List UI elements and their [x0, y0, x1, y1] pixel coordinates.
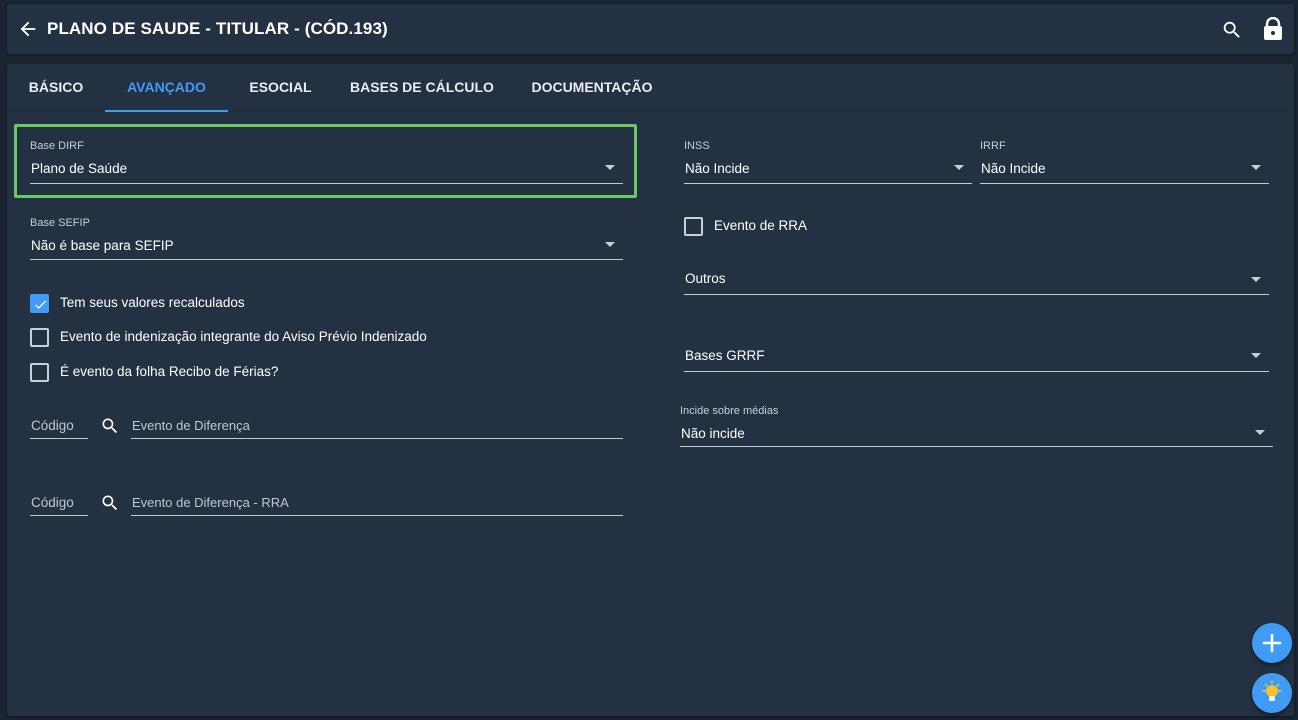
- field-value: Bases GRRF: [685, 348, 765, 363]
- dropdown-arrow-icon[interactable]: [605, 165, 615, 170]
- input-placeholder: Evento de Diferença - RRA: [132, 495, 289, 510]
- field-underline: [30, 259, 623, 260]
- evento-diferenca-rra-lookup: Código Evento de Diferença - RRA: [30, 493, 623, 517]
- back-arrow-icon[interactable]: [17, 18, 39, 40]
- tab-label: AVANÇADO: [127, 79, 206, 95]
- dropdown-arrow-icon[interactable]: [1251, 353, 1261, 358]
- field-underline: [30, 183, 623, 184]
- checkbox-evento-rra[interactable]: Evento de RRA: [684, 217, 884, 237]
- tab-label: ESOCIAL: [249, 79, 312, 95]
- checkbox-indenizacao-aviso-previo[interactable]: Evento de indenização integrante do Avis…: [30, 328, 450, 348]
- field-underline: [684, 371, 1269, 372]
- plus-icon: [1262, 633, 1282, 653]
- checkbox-unchecked[interactable]: [684, 217, 703, 236]
- checkbox-label: Evento de RRA: [714, 218, 808, 233]
- dropdown-arrow-icon[interactable]: [605, 242, 615, 247]
- field-label: Base SEFIP: [30, 217, 90, 229]
- field-underline: [980, 183, 1269, 184]
- field-underline: [30, 515, 88, 516]
- irrf-select[interactable]: IRRF Não Incide: [980, 140, 1269, 185]
- tab-esocial[interactable]: ESOCIAL: [228, 64, 333, 112]
- input-placeholder: Código: [31, 495, 74, 510]
- add-button[interactable]: [1252, 623, 1292, 663]
- input-placeholder: Código: [31, 418, 74, 433]
- field-value: Não incide: [681, 426, 745, 441]
- search-icon[interactable]: [100, 493, 120, 513]
- field-label: Base DIRF: [30, 140, 84, 152]
- evento-diferenca-rra-input[interactable]: Evento de Diferença - RRA: [131, 493, 623, 516]
- tips-button[interactable]: [1252, 673, 1292, 713]
- codigo-input[interactable]: Código: [30, 493, 88, 516]
- field-underline: [131, 438, 623, 439]
- codigo-input[interactable]: Código: [30, 416, 88, 439]
- dropdown-arrow-icon[interactable]: [1251, 165, 1261, 170]
- field-value: Não é base para SEFIP: [31, 238, 174, 253]
- field-underline: [680, 446, 1273, 447]
- tab-label: BASES DE CÁLCULO: [350, 79, 494, 95]
- dropdown-arrow-icon[interactable]: [1255, 430, 1265, 435]
- checkbox-unchecked[interactable]: [30, 328, 49, 347]
- checkbox-label: Tem seus valores recalculados: [60, 295, 245, 310]
- tab-label: DOCUMENTAÇÃO: [531, 79, 653, 95]
- incide-medias-select[interactable]: Incide sobre médias Não incide: [680, 405, 1273, 448]
- page-title: PLANO DE SAUDE - TITULAR - (CÓD.193): [47, 19, 388, 38]
- base-dirf-select[interactable]: Base DIRF Plano de Saúde: [30, 140, 623, 185]
- checkmark-icon: [35, 300, 47, 309]
- field-value: Não Incide: [981, 161, 1046, 176]
- checkbox-recalculados[interactable]: Tem seus valores recalculados: [30, 294, 430, 314]
- checkbox-recibo-ferias[interactable]: É evento da folha Recibo de Férias?: [30, 363, 430, 383]
- field-underline: [30, 438, 88, 439]
- dropdown-arrow-icon[interactable]: [1251, 277, 1261, 282]
- field-value: Outros: [685, 271, 726, 286]
- evento-diferenca-lookup: Código Evento de Diferença: [30, 416, 623, 440]
- lightbulb-icon: [1262, 680, 1282, 701]
- bases-grrf-select[interactable]: Bases GRRF: [684, 345, 1269, 373]
- tab-basico[interactable]: BÁSICO: [7, 64, 105, 112]
- field-value: Plano de Saúde: [31, 161, 128, 176]
- active-tab-indicator: [105, 110, 228, 112]
- field-label: INSS: [684, 140, 710, 152]
- field-value: Não Incide: [685, 161, 750, 176]
- base-sefip-select[interactable]: Base SEFIP Não é base para SEFIP: [30, 217, 623, 262]
- checkbox-checked[interactable]: [30, 294, 49, 313]
- search-icon[interactable]: [1221, 19, 1243, 41]
- field-label: IRRF: [980, 140, 1006, 152]
- app-bar: PLANO DE SAUDE - TITULAR - (CÓD.193): [7, 4, 1294, 54]
- tab-documentacao[interactable]: DOCUMENTAÇÃO: [511, 64, 673, 112]
- checkbox-label: Evento de indenização integrante do Avis…: [60, 329, 427, 344]
- inss-select[interactable]: INSS Não Incide: [684, 140, 972, 185]
- tab-bases-de-calculo[interactable]: BASES DE CÁLCULO: [333, 64, 511, 112]
- dropdown-arrow-icon[interactable]: [954, 165, 964, 170]
- tab-avancado[interactable]: AVANÇADO: [105, 64, 228, 112]
- field-underline: [684, 183, 972, 184]
- field-label: Incide sobre médias: [680, 405, 779, 417]
- lock-icon[interactable]: [1263, 17, 1283, 41]
- checkbox-label: É evento da folha Recibo de Férias?: [60, 364, 279, 379]
- field-underline: [131, 515, 623, 516]
- checkbox-unchecked[interactable]: [30, 363, 49, 382]
- evento-diferenca-input[interactable]: Evento de Diferença: [131, 416, 623, 439]
- tab-label: BÁSICO: [28, 79, 84, 95]
- input-placeholder: Evento de Diferença: [132, 418, 250, 433]
- tab-bar: BÁSICO AVANÇADO ESOCIAL BASES DE CÁLCULO…: [7, 64, 1294, 112]
- search-icon[interactable]: [100, 416, 120, 436]
- field-underline: [684, 294, 1269, 295]
- outros-select[interactable]: Outros: [684, 268, 1269, 296]
